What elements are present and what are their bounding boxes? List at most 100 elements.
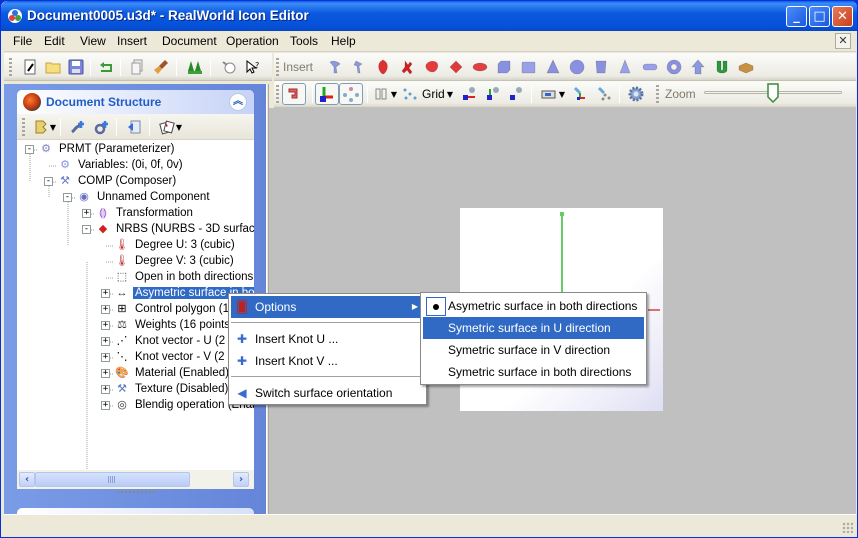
- tree-node[interactable]: ⚖ Weights (16 points): [114, 318, 236, 334]
- pyramid-surface-icon[interactable]: [447, 58, 465, 76]
- expand-icon[interactable]: +: [101, 385, 110, 394]
- copy-icon[interactable]: [128, 58, 146, 76]
- tree-node[interactable]: ◆ NRBS (NURBS - 3D surface): [95, 222, 254, 238]
- arrow-icon[interactable]: [689, 58, 707, 76]
- cube-icon[interactable]: [495, 58, 513, 76]
- twist-icon[interactable]: [399, 58, 417, 76]
- tree-node[interactable]: 🎨 Material (Enabled): [114, 366, 231, 382]
- cards-icon[interactable]: [158, 118, 176, 136]
- maximize-button[interactable]: □: [809, 6, 830, 27]
- context-menu-item[interactable]: ✚ Insert Knot V ...: [231, 350, 424, 372]
- submenu-item[interactable]: Asymetric surface in both directions: [423, 295, 644, 317]
- expand-icon[interactable]: +: [82, 209, 91, 218]
- zoom-slider-thumb[interactable]: [767, 83, 779, 103]
- scroll-thumb[interactable]: [35, 472, 190, 487]
- settings-gear-icon[interactable]: [627, 85, 645, 103]
- add-node-icon[interactable]: [32, 118, 50, 136]
- trees-icon[interactable]: [186, 58, 204, 76]
- menu-edit[interactable]: Edit: [44, 34, 65, 48]
- vertex-axes-icon[interactable]: [595, 85, 613, 103]
- save-icon[interactable]: [67, 58, 85, 76]
- parameterizer-icon[interactable]: [350, 58, 368, 76]
- menu-help[interactable]: Help: [331, 34, 356, 48]
- context-menu-item[interactable]: ✚ Insert Knot U ...: [231, 328, 424, 350]
- switch-orientation-icon[interactable]: [125, 118, 143, 136]
- composer-icon[interactable]: [326, 58, 344, 76]
- axes-icon[interactable]: [571, 85, 589, 103]
- chevron-down-icon[interactable]: ▼: [49, 118, 57, 136]
- tree-node[interactable]: ⚙ Variables: (0i, 0f, 0v): [57, 158, 185, 174]
- grid-dots-icon[interactable]: [401, 85, 419, 103]
- vertex-tool-button[interactable]: [339, 83, 363, 105]
- cone-icon[interactable]: [616, 58, 634, 76]
- expand-icon[interactable]: +: [101, 337, 110, 346]
- scroll-right-icon[interactable]: ›: [233, 472, 249, 487]
- nurbs-surface-icon[interactable]: [374, 58, 392, 76]
- tree-node[interactable]: ⚒ COMP (Composer): [57, 174, 178, 190]
- lightbulb-icon[interactable]: [220, 58, 238, 76]
- chevron-down-icon[interactable]: ▼: [175, 118, 183, 136]
- new-icon[interactable]: [21, 58, 39, 76]
- move-tool-button[interactable]: [315, 83, 339, 105]
- torus-flat-icon[interactable]: [471, 58, 489, 76]
- toolbar-grip[interactable]: [22, 118, 25, 136]
- tree-node[interactable]: ⟬⟭ Transformation: [95, 206, 195, 222]
- insert-knot-u-icon[interactable]: [69, 118, 87, 136]
- scroll-left-icon[interactable]: ‹: [19, 472, 35, 487]
- submenu-item[interactable]: Symetric surface in V direction: [423, 339, 644, 361]
- title-bar[interactable]: Document0005.u3d* - RealWorld Icon Edito…: [1, 1, 857, 31]
- sphere-icon[interactable]: [568, 58, 586, 76]
- toolbar-grip[interactable]: [9, 58, 12, 76]
- rotate-icon[interactable]: [372, 85, 390, 103]
- collapse-icon[interactable]: ︽: [229, 93, 247, 111]
- close-button[interactable]: ✕: [832, 6, 853, 27]
- minimize-button[interactable]: _: [786, 6, 807, 27]
- rounded-cube-icon[interactable]: [520, 58, 538, 76]
- grid-label[interactable]: Grid: [422, 87, 445, 101]
- toolbar-grip[interactable]: [276, 85, 279, 103]
- context-menu-item[interactable]: 🂠 Options ▶: [231, 296, 424, 318]
- u-shape-icon[interactable]: [713, 58, 731, 76]
- chevron-down-icon[interactable]: ▼: [446, 85, 454, 103]
- collapse-tree-icon[interactable]: -: [25, 145, 34, 154]
- torus-icon[interactable]: [665, 58, 683, 76]
- tree-node[interactable]: 🌡 Degree U: 3 (cubic): [114, 238, 237, 254]
- menu-document[interactable]: Document: [162, 34, 217, 48]
- menu-view[interactable]: View: [80, 34, 106, 48]
- horizontal-scrollbar[interactable]: ‹ ›: [17, 470, 254, 489]
- expand-icon[interactable]: +: [101, 289, 110, 298]
- tetrahedron-icon[interactable]: [544, 58, 562, 76]
- capsule-icon[interactable]: [641, 58, 659, 76]
- submenu-item[interactable]: Symetric surface in both directions: [423, 361, 644, 383]
- mdi-close-button[interactable]: ✕: [835, 33, 851, 49]
- tree-node[interactable]: ⚒ Texture (Disabled): [114, 382, 230, 398]
- collapse-tree-icon[interactable]: -: [82, 225, 91, 234]
- menu-insert[interactable]: Insert: [117, 34, 147, 48]
- open-folder-icon[interactable]: [44, 58, 62, 76]
- expand-icon[interactable]: +: [101, 321, 110, 330]
- submenu-item[interactable]: Symetric surface in U direction: [423, 317, 644, 339]
- expand-icon[interactable]: +: [101, 353, 110, 362]
- context-menu-item[interactable]: ◀ Switch surface orientation: [231, 382, 424, 404]
- menu-tools[interactable]: Tools: [290, 34, 318, 48]
- chevron-down-icon[interactable]: ▼: [390, 85, 398, 103]
- menu-file[interactable]: File: [13, 34, 32, 48]
- blob-icon[interactable]: [423, 58, 441, 76]
- camera-icon[interactable]: [540, 85, 558, 103]
- panel-resize-grip[interactable]: [117, 491, 157, 493]
- toolbar-grip[interactable]: [656, 85, 659, 103]
- align-z-icon[interactable]: [507, 85, 525, 103]
- reset-view-button[interactable]: [282, 83, 306, 105]
- cylinder-icon[interactable]: [592, 58, 610, 76]
- chevron-down-icon[interactable]: ▼: [558, 85, 566, 103]
- expand-icon[interactable]: +: [101, 401, 110, 410]
- toolbar-grip[interactable]: [276, 58, 279, 76]
- align-y-icon[interactable]: [484, 85, 502, 103]
- expand-icon[interactable]: +: [101, 369, 110, 378]
- panel-header[interactable]: Document Structure ︽: [17, 90, 254, 114]
- insert-knot-v-icon[interactable]: [93, 118, 111, 136]
- resize-grip-icon[interactable]: [842, 522, 853, 533]
- collapse-tree-icon[interactable]: -: [63, 193, 72, 202]
- tree-node[interactable]: ⚙ PRMT (Parameterizer): [38, 142, 176, 158]
- help-pointer-icon[interactable]: ?: [244, 58, 262, 76]
